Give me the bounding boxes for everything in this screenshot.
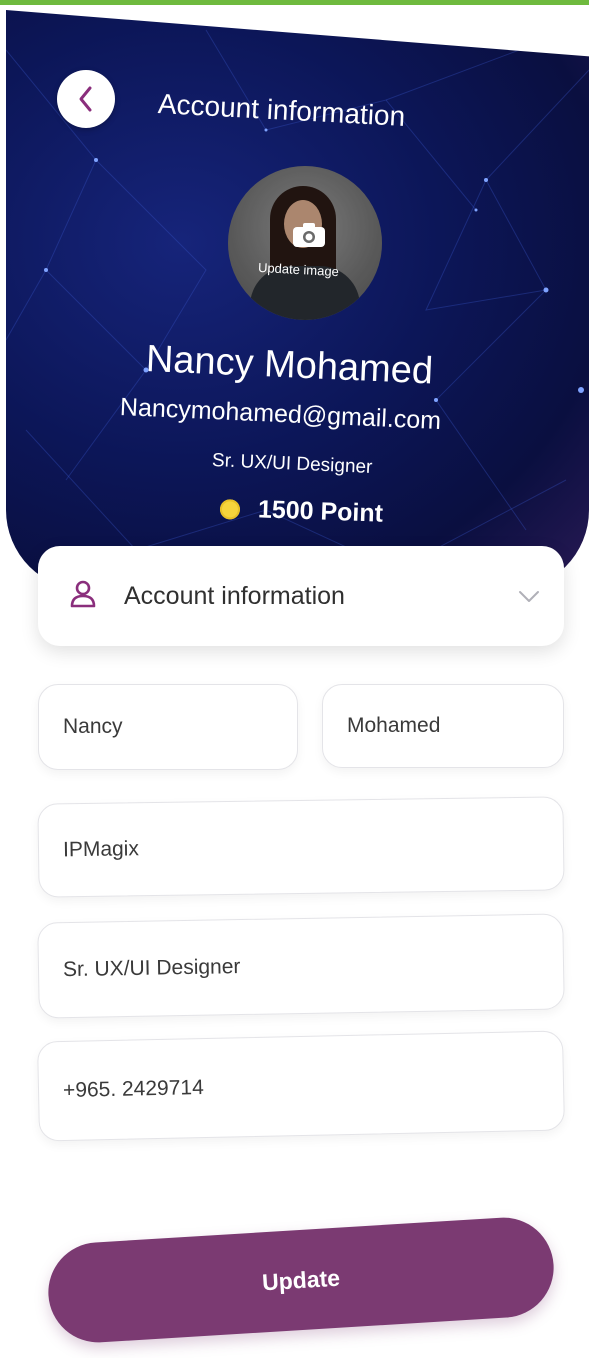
phone-field[interactable] — [37, 1030, 565, 1142]
last-name-field[interactable] — [322, 684, 564, 768]
last-name-input[interactable] — [323, 714, 563, 738]
section-label: Account information — [124, 582, 345, 610]
first-name-input[interactable] — [39, 715, 297, 739]
company-field[interactable] — [37, 796, 565, 898]
chevron-left-icon — [79, 86, 92, 112]
job-title-input[interactable] — [38, 949, 564, 983]
top-accent-bar — [0, 0, 589, 5]
points-badge: 1500 Point — [219, 494, 383, 529]
camera-icon[interactable] — [292, 222, 326, 248]
coin-icon — [219, 498, 241, 520]
back-button[interactable] — [57, 70, 115, 128]
account-information-screen: Account information Update image Nancy M… — [0, 0, 589, 1358]
points-value: 1500 Point — [257, 495, 384, 528]
first-name-field[interactable] — [38, 684, 298, 770]
phone-input[interactable] — [38, 1068, 564, 1104]
company-input[interactable] — [38, 831, 564, 863]
update-button[interactable]: Update — [45, 1214, 557, 1346]
chevron-down-icon[interactable] — [518, 590, 540, 604]
job-title-field[interactable] — [37, 913, 565, 1019]
account-information-section[interactable]: Account information — [38, 546, 564, 646]
profile-header: Account information Update image Nancy M… — [6, 10, 589, 590]
user-icon — [70, 580, 96, 608]
